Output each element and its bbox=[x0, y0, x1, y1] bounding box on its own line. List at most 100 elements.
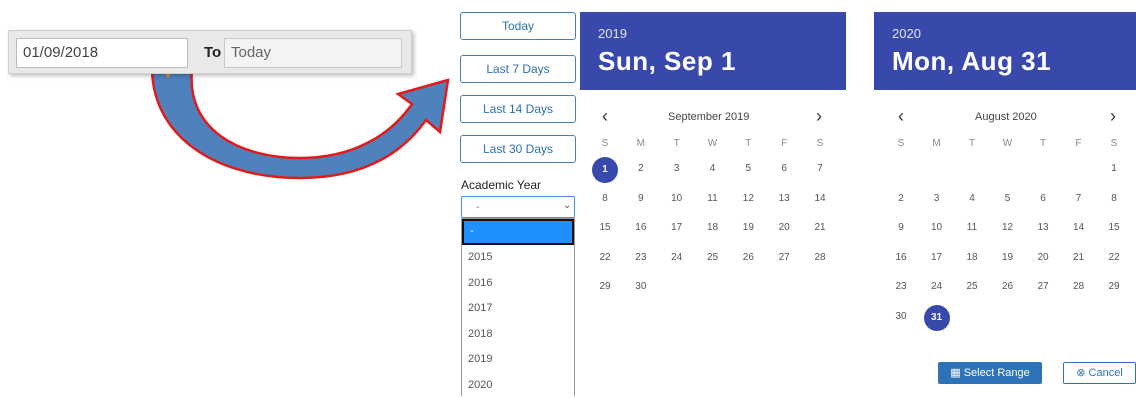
calendar-day[interactable]: 18 bbox=[700, 222, 726, 233]
weekday-header: F bbox=[771, 138, 797, 149]
weekday-header: T bbox=[664, 138, 690, 149]
to-date-input[interactable]: Today bbox=[224, 38, 402, 68]
calendar-day[interactable]: 7 bbox=[1066, 193, 1092, 204]
weekday-header: T bbox=[1030, 138, 1056, 149]
year-option[interactable]: 2020 bbox=[462, 373, 574, 398]
calendar-day[interactable]: 24 bbox=[664, 252, 690, 263]
calendar-day[interactable]: 4 bbox=[700, 163, 726, 174]
calendar-day[interactable]: 17 bbox=[664, 222, 690, 233]
calendar-day[interactable]: 29 bbox=[592, 281, 618, 292]
weekday-header: M bbox=[628, 138, 654, 149]
select-range-label: Select Range bbox=[964, 367, 1030, 379]
calendar-day[interactable]: 21 bbox=[807, 222, 833, 233]
calendar-day[interactable]: 16 bbox=[628, 222, 654, 233]
calendar-day[interactable]: 19 bbox=[735, 222, 761, 233]
calendar-day[interactable]: 16 bbox=[888, 252, 914, 263]
calendar-day[interactable]: 11 bbox=[700, 193, 726, 204]
calendar-day[interactable]: 21 bbox=[1066, 252, 1092, 263]
left-calendar-date: Sun, Sep 1 bbox=[598, 46, 736, 77]
calendar-day[interactable]: 25 bbox=[959, 281, 985, 292]
weekday-header: T bbox=[959, 138, 985, 149]
calendar-day[interactable]: 11 bbox=[959, 222, 985, 233]
calendar-day[interactable]: 3 bbox=[924, 193, 950, 204]
calendar-day[interactable]: 30 bbox=[888, 311, 914, 322]
cancel-label: Cancel bbox=[1089, 367, 1123, 379]
next-month-icon[interactable]: › bbox=[1110, 106, 1116, 127]
calendar-day[interactable]: 12 bbox=[995, 222, 1021, 233]
calendar-day[interactable]: 30 bbox=[628, 281, 654, 292]
calendar-day[interactable]: 18 bbox=[959, 252, 985, 263]
calendar-day[interactable]: 23 bbox=[628, 252, 654, 263]
calendar-day[interactable]: 1 bbox=[1101, 163, 1127, 174]
calendar-day[interactable]: 17 bbox=[924, 252, 950, 263]
calendar-day[interactable]: 2 bbox=[888, 193, 914, 204]
calendar-day[interactable]: 4 bbox=[959, 193, 985, 204]
calendar-day[interactable]: 8 bbox=[592, 193, 618, 204]
selected-day[interactable]: 31 bbox=[924, 305, 950, 331]
calendar-day[interactable]: 10 bbox=[924, 222, 950, 233]
weekday-header: W bbox=[995, 138, 1021, 149]
weekday-header: W bbox=[700, 138, 726, 149]
calendar-day[interactable]: 9 bbox=[628, 193, 654, 204]
calendar-day[interactable]: 26 bbox=[995, 281, 1021, 292]
calendar-day[interactable]: 22 bbox=[592, 252, 618, 263]
weekday-header: S bbox=[888, 138, 914, 149]
academic-year-select[interactable]: - bbox=[461, 196, 575, 218]
year-option[interactable]: 2015 bbox=[462, 245, 574, 271]
academic-year-label: Academic Year bbox=[461, 178, 541, 192]
calendar-day[interactable]: 6 bbox=[1030, 193, 1056, 204]
calendar-day[interactable]: 25 bbox=[700, 252, 726, 263]
calendar-day[interactable]: 15 bbox=[592, 222, 618, 233]
left-calendar-year: 2019 bbox=[598, 26, 627, 41]
cancel-button[interactable]: ⊗ Cancel bbox=[1063, 362, 1136, 384]
calendar-day[interactable]: 7 bbox=[807, 163, 833, 174]
calendar-day[interactable]: 26 bbox=[735, 252, 761, 263]
preset-last-14-days-button[interactable]: Last 14 Days bbox=[460, 95, 576, 123]
chevron-down-icon[interactable]: ⌄ bbox=[563, 200, 571, 211]
calendar-day[interactable]: 9 bbox=[888, 222, 914, 233]
calendar-day[interactable]: 14 bbox=[807, 193, 833, 204]
calendar-day[interactable]: 23 bbox=[888, 281, 914, 292]
calendar-day[interactable]: 28 bbox=[807, 252, 833, 263]
calendar-day[interactable]: 27 bbox=[1030, 281, 1056, 292]
calendar-day[interactable]: 13 bbox=[1030, 222, 1056, 233]
year-option[interactable]: - bbox=[462, 219, 574, 245]
weekday-header: S bbox=[807, 138, 833, 149]
calendar-day[interactable]: 5 bbox=[995, 193, 1021, 204]
calendar-day[interactable]: 15 bbox=[1101, 222, 1127, 233]
calendar-day[interactable]: 20 bbox=[771, 222, 797, 233]
preset-last-7-days-button[interactable]: Last 7 Days bbox=[460, 55, 576, 83]
calendar-day[interactable]: 3 bbox=[664, 163, 690, 174]
from-date-input[interactable]: 01/09/2018 bbox=[16, 38, 188, 68]
year-option[interactable]: 2019 bbox=[462, 347, 574, 373]
preset-last-30-days-button[interactable]: Last 30 Days bbox=[460, 135, 576, 163]
prev-month-icon[interactable]: ‹ bbox=[602, 106, 608, 127]
right-month-label: August 2020 bbox=[975, 111, 1037, 123]
calendar-day[interactable]: 20 bbox=[1030, 252, 1056, 263]
calendar-day[interactable]: 14 bbox=[1066, 222, 1092, 233]
calendar-icon: ▦ bbox=[950, 367, 960, 379]
calendar-day[interactable]: 29 bbox=[1101, 281, 1127, 292]
select-range-button[interactable]: ▦ Select Range bbox=[938, 362, 1042, 384]
calendar-day[interactable]: 27 bbox=[771, 252, 797, 263]
calendar-day[interactable]: 13 bbox=[771, 193, 797, 204]
year-option[interactable]: 2018 bbox=[462, 322, 574, 348]
calendar-day[interactable]: 19 bbox=[995, 252, 1021, 263]
calendar-day[interactable]: 12 bbox=[735, 193, 761, 204]
calendar-day[interactable]: 10 bbox=[664, 193, 690, 204]
calendar-day[interactable]: 22 bbox=[1101, 252, 1127, 263]
calendar-day[interactable]: 28 bbox=[1066, 281, 1092, 292]
preset-today-button[interactable]: Today bbox=[460, 12, 576, 40]
year-option[interactable]: 2016 bbox=[462, 271, 574, 297]
calendar-day[interactable]: 8 bbox=[1101, 193, 1127, 204]
year-option[interactable]: 2017 bbox=[462, 296, 574, 322]
selected-day[interactable]: 1 bbox=[592, 157, 618, 183]
weekday-header: F bbox=[1066, 138, 1092, 149]
next-month-icon[interactable]: › bbox=[816, 106, 822, 127]
prev-month-icon[interactable]: ‹ bbox=[898, 106, 904, 127]
calendar-day[interactable]: 5 bbox=[735, 163, 761, 174]
curved-arrow-shape bbox=[152, 70, 448, 178]
calendar-day[interactable]: 2 bbox=[628, 163, 654, 174]
calendar-day[interactable]: 24 bbox=[924, 281, 950, 292]
calendar-day[interactable]: 6 bbox=[771, 163, 797, 174]
